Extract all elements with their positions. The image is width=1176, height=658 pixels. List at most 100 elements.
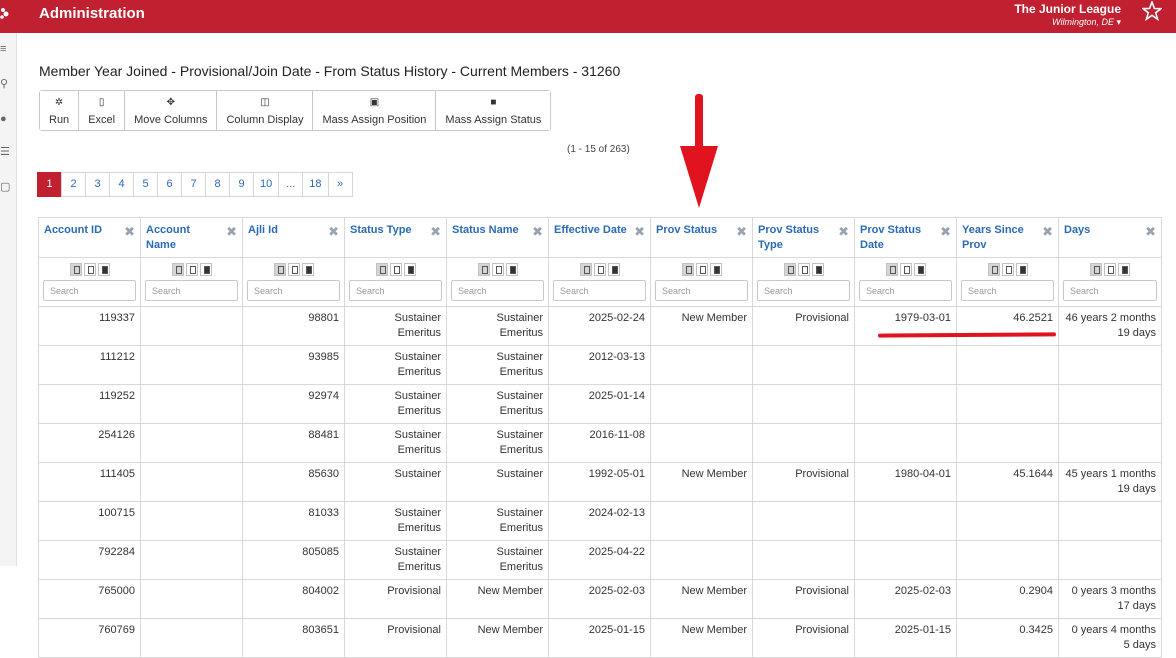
- filter-contains-icon[interactable]: [69, 262, 82, 276]
- filter-exact-icon[interactable]: [607, 262, 620, 276]
- column-search-input[interactable]: Search: [43, 279, 136, 301]
- filter-contains-icon[interactable]: [273, 262, 286, 276]
- remove-column-icon[interactable]: ✖: [328, 224, 339, 239]
- filter-contains-icon[interactable]: [477, 262, 490, 276]
- column-header[interactable]: Years Since Prov ✖: [956, 217, 1059, 258]
- filter-begins-icon[interactable]: [695, 262, 708, 276]
- filter-begins-icon[interactable]: [1104, 262, 1116, 276]
- table-row[interactable]: 119337 98801 Sustainer Emeritus Sustainer E…: [38, 306, 1162, 346]
- filter-begins-icon[interactable]: [185, 262, 198, 276]
- page-link[interactable]: 8: [205, 172, 230, 197]
- column-search-input[interactable]: Search: [655, 279, 748, 301]
- mass-assign-status-button[interactable]: ■ Mass Assign Status: [436, 91, 551, 130]
- run-button[interactable]: ✲ Run: [40, 91, 80, 130]
- page-link[interactable]: 7: [181, 172, 206, 197]
- page-link[interactable]: 1: [37, 172, 62, 197]
- filter-begins-icon[interactable]: [83, 262, 96, 276]
- page-link[interactable]: 18: [302, 172, 329, 197]
- remove-column-icon[interactable]: ✖: [838, 224, 849, 239]
- remove-column-icon[interactable]: ✖: [124, 224, 135, 239]
- filter-exact-icon[interactable]: [1015, 262, 1028, 276]
- page-link[interactable]: 4: [109, 172, 134, 197]
- filter-contains-icon[interactable]: [579, 262, 592, 276]
- next-page-button[interactable]: »: [327, 172, 353, 197]
- filter-exact-icon[interactable]: [403, 262, 416, 276]
- column-search-input[interactable]: Search: [757, 279, 850, 301]
- mass-assign-position-button[interactable]: ▣ Mass Assign Position: [313, 91, 437, 130]
- filter-exact-icon[interactable]: [811, 262, 824, 276]
- page-ellipsis[interactable]: ...: [278, 172, 304, 197]
- filter-exact-icon[interactable]: [505, 262, 518, 276]
- org-name[interactable]: The Junior League: [1014, 2, 1121, 16]
- remove-column-icon[interactable]: ✖: [430, 224, 441, 239]
- table-row[interactable]: 100715 81033 Sustainer Emeritus Sustainer E…: [38, 501, 1162, 541]
- table-row[interactable]: 760769 803651 Provisional New Member 2025-01…: [38, 618, 1162, 658]
- filter-exact-icon[interactable]: [1118, 262, 1130, 276]
- page-link[interactable]: 2: [61, 172, 86, 197]
- table-row[interactable]: 792284 805085 Sustainer Emeritus Sustainer …: [38, 540, 1162, 580]
- column-search-input[interactable]: Search: [451, 279, 544, 301]
- filter-contains-icon[interactable]: [171, 262, 184, 276]
- page-link[interactable]: 9: [229, 172, 254, 197]
- remove-column-icon[interactable]: ✖: [634, 224, 645, 239]
- filter-exact-icon[interactable]: [913, 262, 926, 276]
- column-header[interactable]: Account ID ✖: [38, 217, 141, 258]
- filter-begins-icon[interactable]: [593, 262, 606, 276]
- column-header[interactable]: Prov Status ✖: [650, 217, 753, 258]
- location-dropdown[interactable]: Wilmington, DE ▾: [1052, 17, 1121, 28]
- filter-begins-icon[interactable]: [491, 262, 504, 276]
- filter-begins-icon[interactable]: [389, 262, 402, 276]
- column-search-input[interactable]: Search: [961, 279, 1054, 301]
- star-icon[interactable]: [1142, 1, 1162, 21]
- table-row[interactable]: 111212 93985 Sustainer Emeritus Sustainer E…: [38, 345, 1162, 385]
- filter-contains-icon[interactable]: [681, 262, 694, 276]
- remove-column-icon[interactable]: ✖: [736, 224, 747, 239]
- column-header[interactable]: Ajli Id ✖: [242, 217, 345, 258]
- menu-icon[interactable]: ≡: [0, 43, 10, 55]
- column-header[interactable]: Prov Status Type ✖: [752, 217, 855, 258]
- filter-contains-icon[interactable]: [783, 262, 796, 276]
- excel-button[interactable]: ▯ Excel: [79, 91, 126, 130]
- search-icon[interactable]: ⚲: [0, 78, 10, 90]
- filter-exact-icon[interactable]: [301, 262, 314, 276]
- page-link[interactable]: 3: [85, 172, 110, 197]
- filter-begins-icon[interactable]: [899, 262, 912, 276]
- column-header[interactable]: Prov Status Date ✖: [854, 217, 957, 258]
- filter-begins-icon[interactable]: [1001, 262, 1014, 276]
- column-header[interactable]: Status Name ✖: [446, 217, 549, 258]
- filter-begins-icon[interactable]: [797, 262, 810, 276]
- table-row[interactable]: 765000 804002 Provisional New Member 2025-02…: [38, 579, 1162, 619]
- filter-contains-icon[interactable]: [375, 262, 388, 276]
- table-row[interactable]: 119252 92974 Sustainer Emeritus Sustainer E…: [38, 384, 1162, 424]
- page-link[interactable]: 6: [157, 172, 182, 197]
- page-link[interactable]: 5: [133, 172, 158, 197]
- filter-contains-icon[interactable]: [1090, 262, 1102, 276]
- remove-column-icon[interactable]: ✖: [1042, 224, 1053, 239]
- column-header[interactable]: Effective Date ✖: [548, 217, 651, 258]
- column-display-button[interactable]: ◫ Column Display: [217, 91, 314, 130]
- table-row[interactable]: 254126 88481 Sustainer Emeritus Sustainer E…: [38, 423, 1162, 463]
- remove-column-icon[interactable]: ✖: [226, 224, 237, 239]
- column-search-input[interactable]: Search: [553, 279, 646, 301]
- column-search-input[interactable]: Search: [247, 279, 340, 301]
- column-search-input[interactable]: Search: [859, 279, 952, 301]
- box-icon[interactable]: ▢: [0, 181, 10, 193]
- remove-column-icon[interactable]: ✖: [532, 224, 543, 239]
- column-search-input[interactable]: Search: [1063, 279, 1157, 301]
- remove-column-icon[interactable]: ✖: [940, 224, 951, 239]
- filter-begins-icon[interactable]: [287, 262, 300, 276]
- filter-exact-icon[interactable]: [199, 262, 212, 276]
- table-row[interactable]: 111405 85630 Sustainer Sustainer 1992-05-01 N…: [38, 462, 1162, 502]
- move-columns-button[interactable]: ✥ Move Columns: [125, 91, 218, 130]
- user-icon[interactable]: ●: [0, 113, 10, 125]
- filter-contains-icon[interactable]: [987, 262, 1000, 276]
- column-header[interactable]: Account Name ✖: [140, 217, 243, 258]
- column-header[interactable]: Status Type ✖: [344, 217, 447, 258]
- column-search-input[interactable]: Search: [145, 279, 238, 301]
- remove-column-icon[interactable]: ✖: [1145, 224, 1156, 239]
- filter-contains-icon[interactable]: [885, 262, 898, 276]
- column-search-input[interactable]: Search: [349, 279, 442, 301]
- list-icon[interactable]: ☰: [0, 146, 10, 158]
- page-link[interactable]: 10: [253, 172, 280, 197]
- filter-exact-icon[interactable]: [97, 262, 110, 276]
